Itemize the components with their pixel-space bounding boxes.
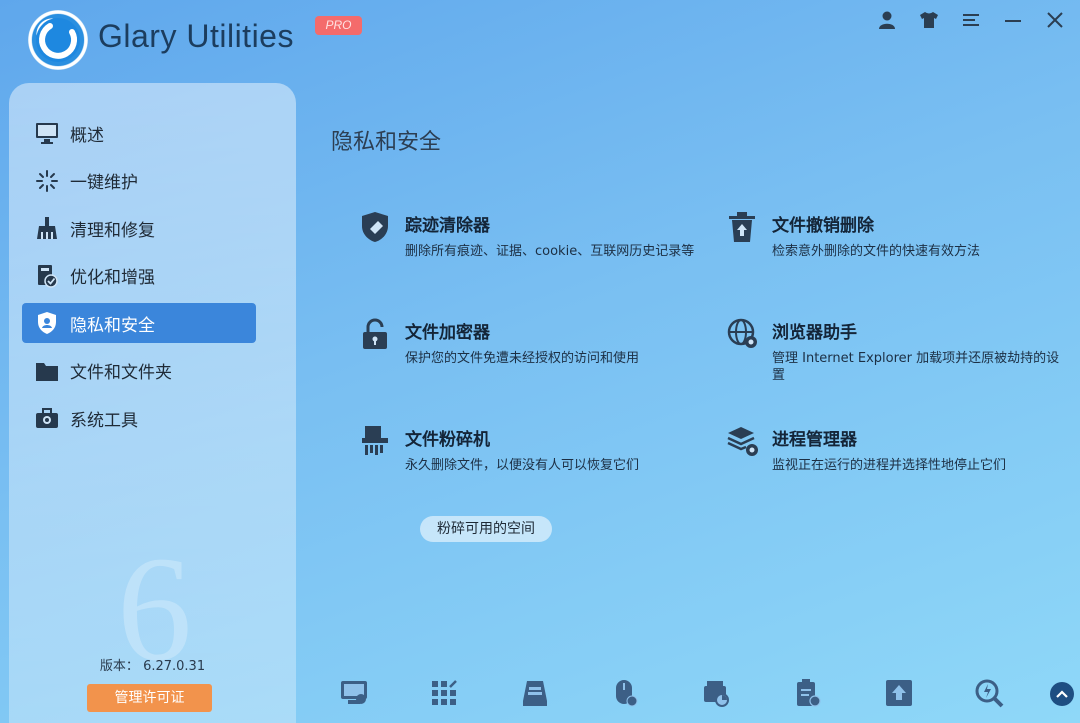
sidebar-item-optimize-improve[interactable]: 优化和增强 (22, 256, 256, 296)
version-value: 6.27.0.31 (143, 659, 206, 674)
user-icon[interactable] (874, 7, 900, 33)
tool-name: 文件加密器 (405, 323, 490, 343)
pro-badge: PRO (315, 16, 362, 35)
sidebar: 概述 一键维护 清理和修复 优化和增强 隐私和安全 文件和文件夹 系统工具 6 … (9, 83, 296, 723)
scroll-up-icon[interactable] (1050, 682, 1074, 706)
sidebar-item-label: 概述 (70, 125, 104, 146)
software-update-icon[interactable] (882, 676, 916, 710)
shield-eraser-icon (360, 211, 392, 243)
globe-gear-icon (727, 318, 759, 350)
tool-desc: 永久删除文件，以便没有人可以恢复它们 (405, 458, 640, 473)
bottom-toolbar (330, 676, 1080, 716)
registry-cleaner-icon[interactable] (427, 676, 461, 710)
tool-name: 文件粉碎机 (405, 430, 490, 450)
sidebar-item-one-click-maintenance[interactable]: 一键维护 (22, 161, 256, 201)
toolbox-icon (34, 405, 60, 431)
tool-desc: 删除所有痕迹、证据、cookie、互联网历史记录等 (405, 244, 695, 259)
sidebar-item-label: 清理和修复 (70, 220, 155, 241)
shredder-icon (360, 425, 392, 457)
clipboard-gear-icon[interactable] (791, 676, 825, 710)
monitor-icon (34, 120, 60, 146)
tool-desc: 管理 Internet Explorer 加载项并还原被劫持的设置 (772, 351, 1060, 383)
skin-shirt-icon[interactable] (916, 7, 942, 33)
folder-icon (34, 358, 60, 384)
page-title: 隐私和安全 (331, 130, 442, 155)
disk-cleaner-icon[interactable] (337, 676, 371, 710)
optimize-icon (34, 263, 60, 289)
app-title: Glary Utilities (98, 18, 294, 54)
disk-analysis-icon[interactable] (699, 676, 733, 710)
sidebar-item-overview[interactable]: 概述 (22, 113, 256, 153)
version-label: 版本： (99, 659, 139, 674)
sidebar-nav: 概述 一键维护 清理和修复 优化和增强 隐私和安全 文件和文件夹 系统工具 (22, 113, 256, 446)
tool-desc: 检索意外删除的文件的快速有效方法 (772, 244, 981, 259)
version-info: 版本： 6.27.0.31 (9, 655, 296, 674)
sidebar-item-system-tools[interactable]: 系统工具 (22, 398, 256, 438)
sidebar-item-privacy-security[interactable]: 隐私和安全 (22, 303, 256, 343)
shield-user-icon (34, 310, 60, 336)
shred-free-space-button[interactable]: 粉碎可用的空间 (420, 516, 552, 542)
tool-name: 浏览器助手 (772, 323, 857, 343)
tool-desc: 保护您的文件免遭未经授权的访问和使用 (405, 351, 640, 366)
sidebar-item-label: 文件和文件夹 (70, 363, 172, 383)
sidebar-item-label: 一键维护 (70, 173, 138, 193)
tool-name: 文件撤销删除 (772, 216, 874, 236)
trash-restore-icon (727, 211, 759, 243)
sidebar-item-files-folders[interactable]: 文件和文件夹 (22, 351, 256, 391)
layers-gear-icon (727, 425, 759, 457)
minimize-icon[interactable] (1000, 7, 1026, 33)
manage-license-button[interactable]: 管理许可证 (87, 684, 212, 712)
tool-desc: 监视正在运行的进程并选择性地停止它们 (772, 458, 1007, 473)
disk-repair-icon[interactable] (518, 676, 552, 710)
tool-name: 进程管理器 (772, 430, 857, 450)
sidebar-item-label: 隐私和安全 (70, 315, 155, 336)
sidebar-item-label: 系统工具 (70, 410, 138, 431)
broom-icon (34, 215, 60, 241)
sidebar-item-label: 优化和增强 (70, 268, 155, 288)
mouse-cleanup-icon[interactable] (608, 676, 642, 710)
sparkle-icon (34, 168, 60, 194)
close-icon[interactable] (1042, 7, 1068, 33)
tool-name: 踪迹清除器 (405, 216, 490, 236)
menu-icon[interactable] (958, 7, 984, 33)
app-logo (28, 10, 88, 70)
lock-icon (360, 318, 392, 350)
search-tools-icon[interactable] (972, 676, 1006, 710)
sidebar-item-clean-repair[interactable]: 清理和修复 (22, 208, 256, 248)
window-controls (874, 7, 1068, 33)
